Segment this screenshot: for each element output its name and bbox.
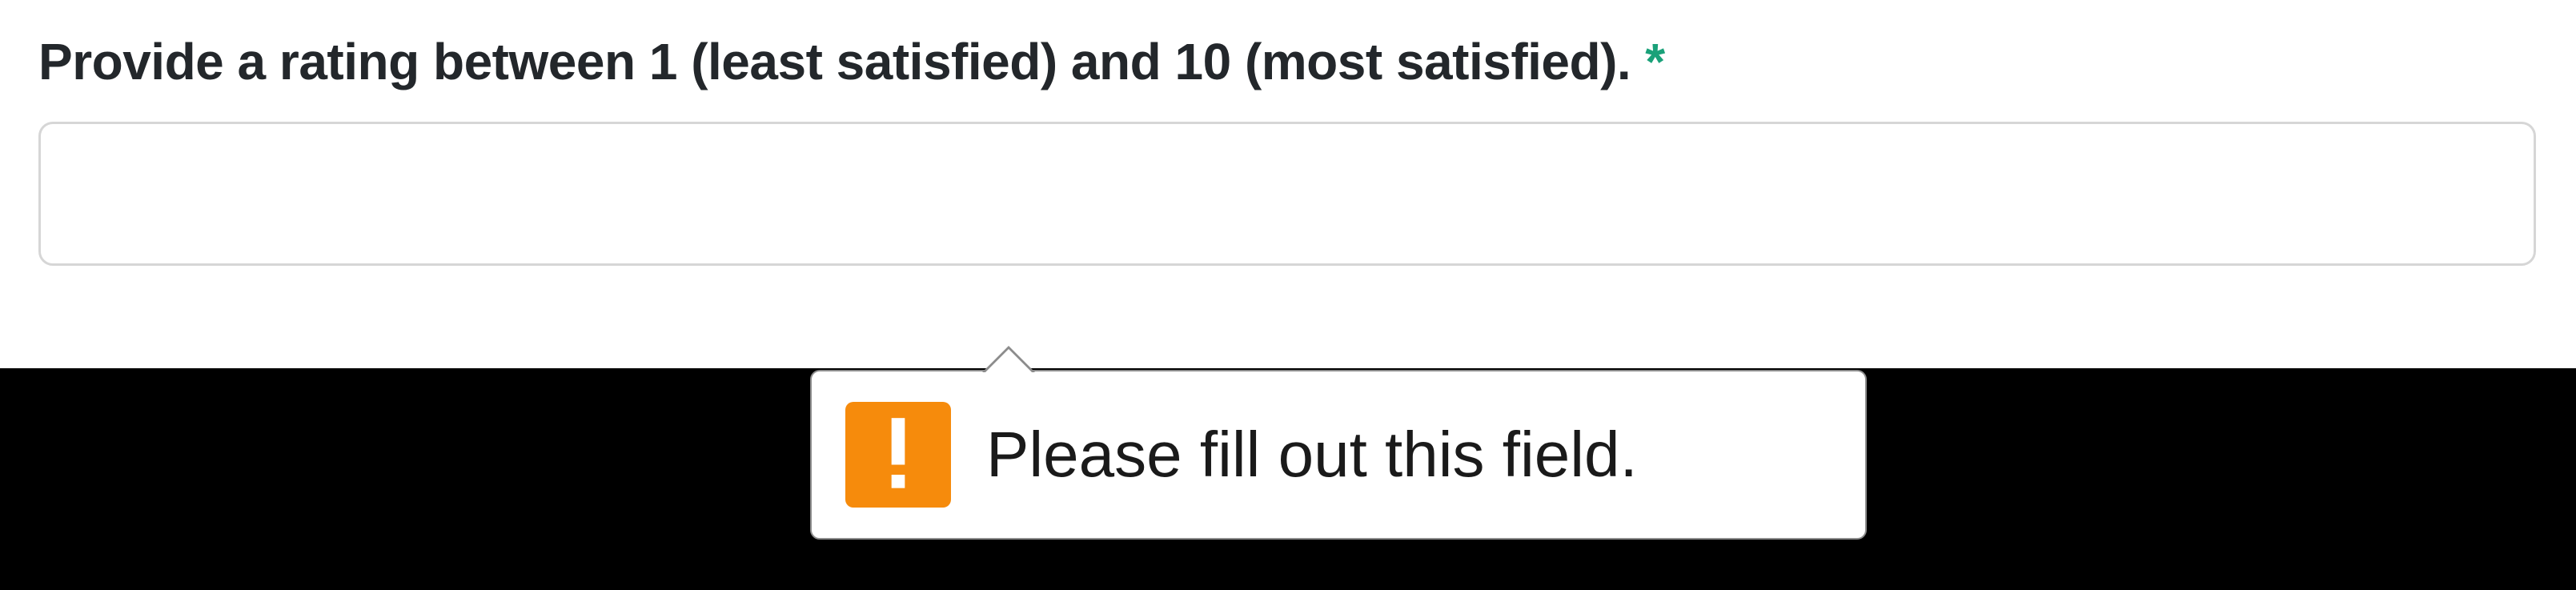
field-label-row: Provide a rating between 1 (least satisf… — [38, 32, 2538, 91]
exclamation-icon — [845, 402, 951, 508]
rating-form-group: Provide a rating between 1 (least satisf… — [0, 0, 2576, 266]
required-asterisk: * — [1645, 32, 1665, 91]
validation-tooltip: Please fill out this field. — [810, 370, 1867, 540]
tooltip-arrow — [985, 349, 1033, 373]
rating-input[interactable] — [38, 122, 2536, 266]
validation-message: Please fill out this field. — [986, 418, 1638, 492]
field-label: Provide a rating between 1 (least satisf… — [38, 32, 1631, 91]
